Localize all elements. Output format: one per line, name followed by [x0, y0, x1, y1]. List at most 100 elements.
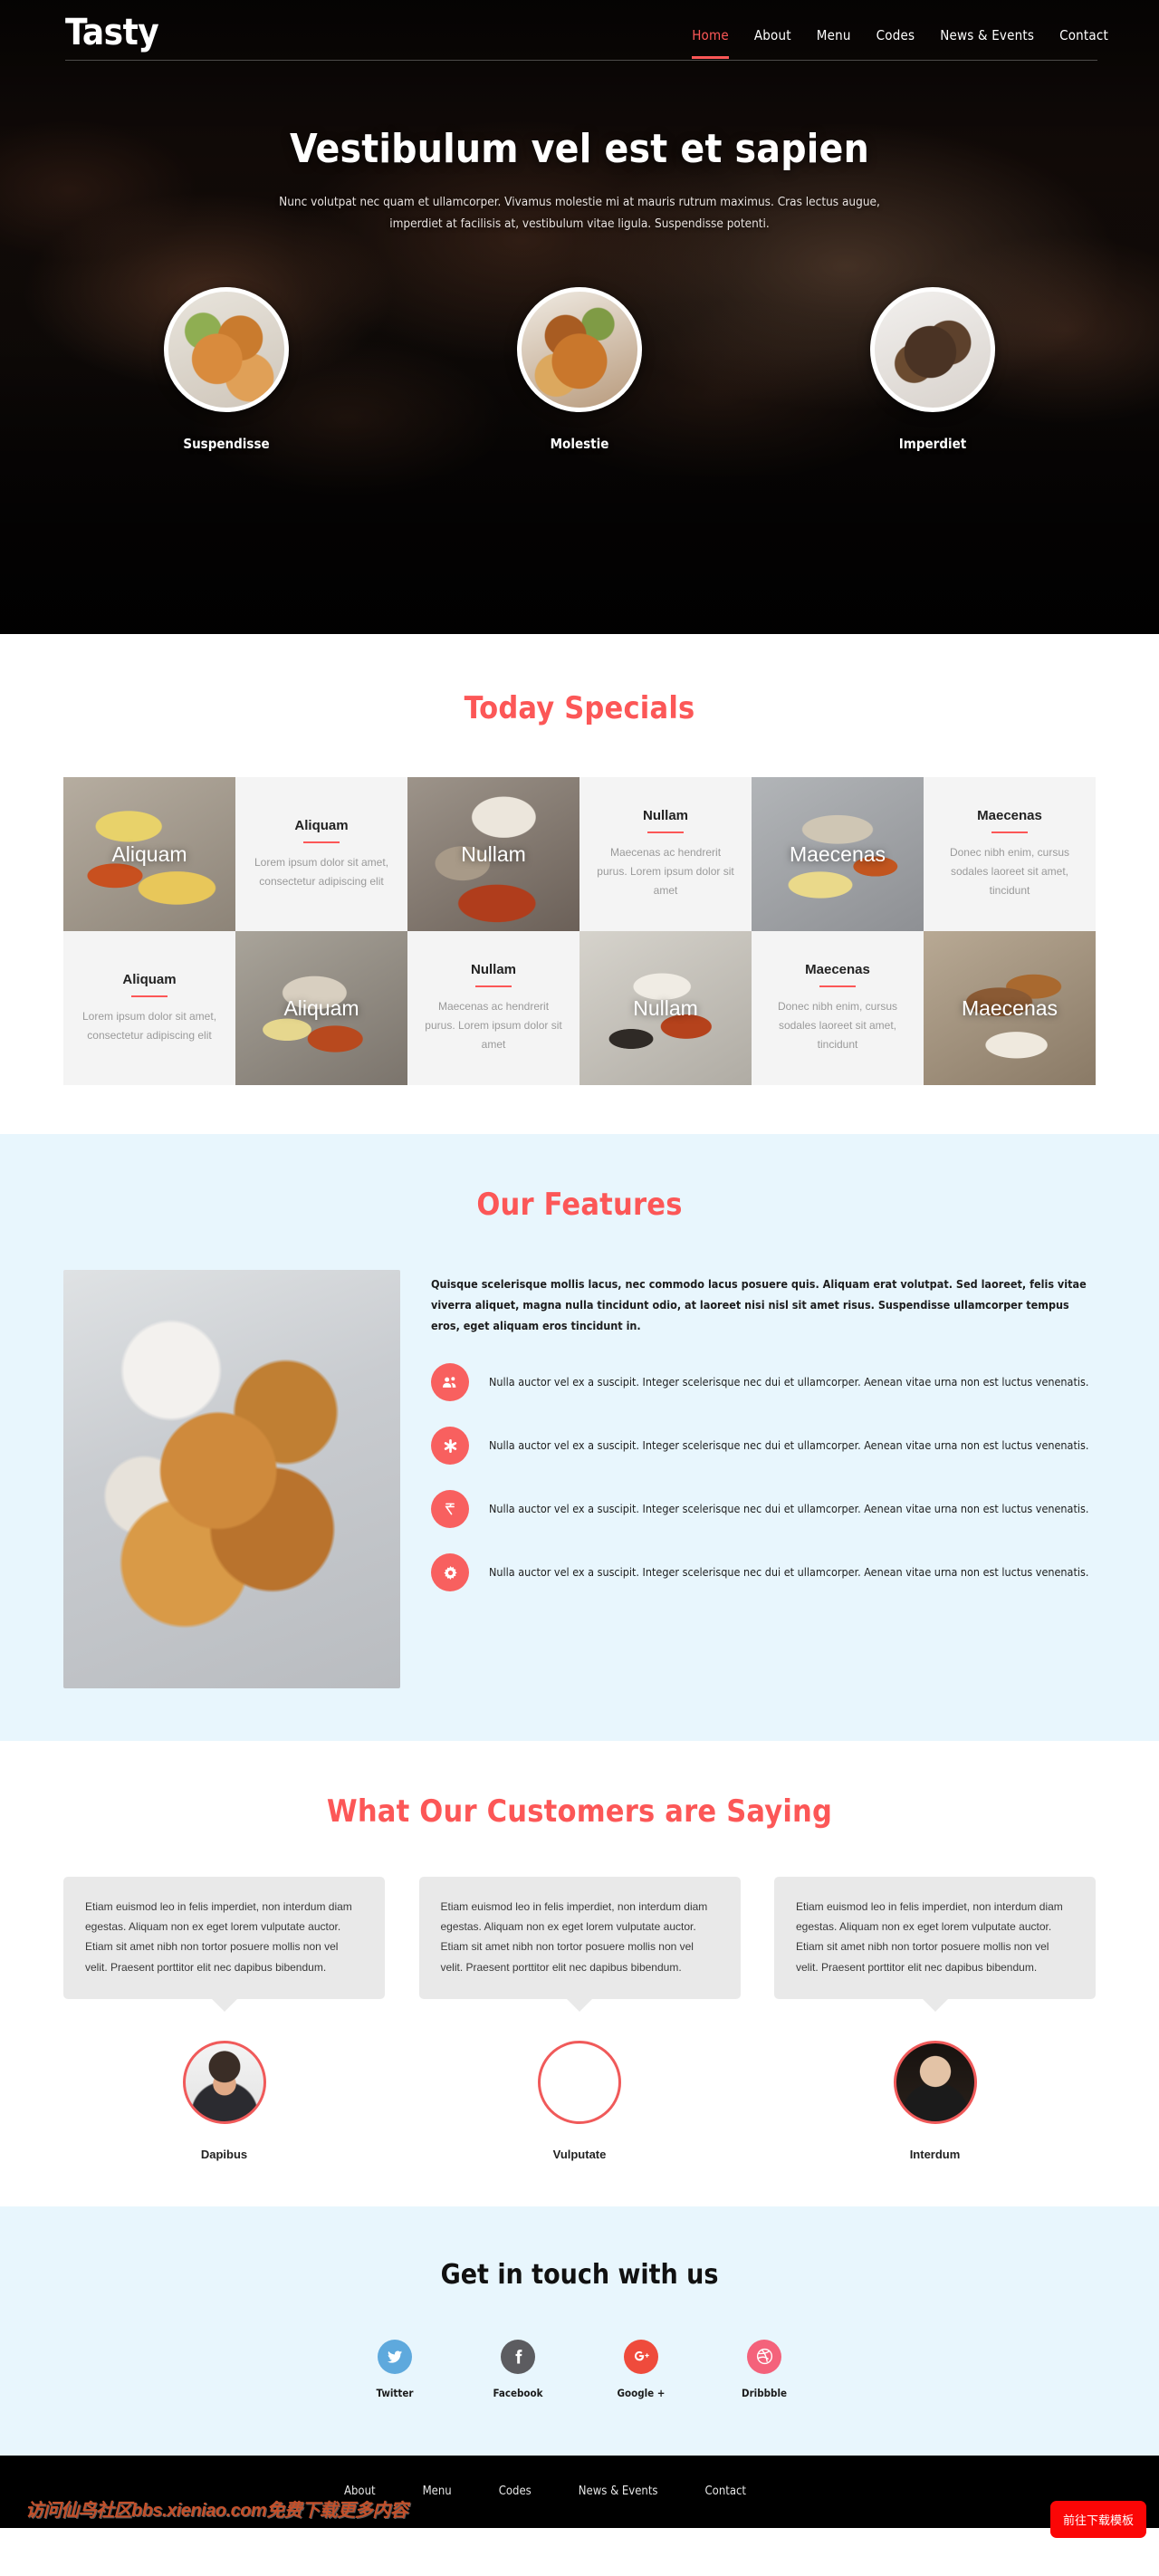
- specials-text-cell[interactable]: Nullam Maecenas ac hendrerit purus. Lore…: [580, 777, 752, 931]
- specials-text-cell[interactable]: Maecenas Donec nibh enim, cursus sodales…: [924, 777, 1096, 931]
- nav-item-about[interactable]: About: [754, 27, 791, 49]
- specials-image-title: Nullam: [461, 841, 526, 866]
- specials-card-title: Maecenas: [805, 962, 870, 977]
- footer-item-news-events[interactable]: News & Events: [579, 2485, 658, 2498]
- specials-card-body: Maecenas ac hendrerit purus. Lorem ipsum…: [597, 846, 734, 897]
- nav-item-codes[interactable]: Codes: [876, 27, 915, 49]
- nav-item-home[interactable]: Home: [692, 27, 729, 59]
- feature-item-text: Nulla auctor vel ex a suscipit. Integer …: [489, 1438, 1089, 1453]
- older-man-portrait-photo: [893, 2040, 977, 2124]
- hero-highlight-circles: Suspendisse Molestie Imperdiet: [127, 287, 1032, 452]
- asterisk-icon: [431, 1427, 469, 1466]
- testimonial-card: Etiam euismod leo in felis imperdiet, no…: [774, 1877, 1096, 2161]
- grilled-meat-plate-photo: [870, 287, 995, 413]
- fried-chicken-photo: [164, 287, 289, 413]
- title-underline: [819, 985, 856, 987]
- specials-text-cell[interactable]: Nullam Maecenas ac hendrerit purus. Lore…: [407, 931, 580, 1085]
- specials-text-cell[interactable]: Aliquam Lorem ipsum dolor sit amet, cons…: [235, 777, 407, 931]
- site-logo[interactable]: Tasty: [45, 14, 159, 60]
- hero-circle-label: Molestie: [550, 436, 609, 453]
- features-list: Nulla auctor vel ex a suscipit. Integer …: [431, 1363, 1096, 1592]
- hero-circle-imperdiet[interactable]: Imperdiet: [833, 287, 1032, 452]
- hero-circle-label: Suspendisse: [183, 436, 270, 453]
- social-label: Dribbble: [741, 2386, 788, 2399]
- woman-suit-portrait-photo: [538, 2040, 621, 2124]
- contact-heading: Get in touch with us: [440, 2258, 719, 2291]
- download-template-button[interactable]: 前往下载模板: [1049, 2501, 1146, 2538]
- feature-item[interactable]: Nulla auctor vel ex a suscipit. Integer …: [431, 1363, 1096, 1402]
- specials-image-cell[interactable]: Aliquam: [63, 777, 235, 931]
- footer-item-menu[interactable]: Menu: [423, 2485, 452, 2498]
- google-plus-icon: [624, 2339, 658, 2374]
- site-watermark: 访问仙鸟社区bbs.xieniao.com免费下载更多内容: [25, 2500, 408, 2521]
- footer-item-codes[interactable]: Codes: [499, 2485, 532, 2498]
- nav-item-news-events[interactable]: News & Events: [940, 27, 1034, 49]
- testimonial-author-name: Dapibus: [200, 2147, 248, 2161]
- social-link-google-plus[interactable]: Google +: [596, 2339, 686, 2399]
- testimonials-heading: What Our Customers are Saying: [326, 1793, 833, 1830]
- social-link-facebook[interactable]: Facebook: [473, 2339, 563, 2399]
- hero-circle-suspendisse[interactable]: Suspendisse: [127, 287, 326, 452]
- header-divider: [65, 60, 1097, 61]
- feature-item[interactable]: Nulla auctor vel ex a suscipit. Integer …: [431, 1427, 1096, 1466]
- testimonial-quote: Etiam euismod leo in felis imperdiet, no…: [418, 1877, 741, 1999]
- specials-card-body: Lorem ipsum dolor sit amet, consectetur …: [254, 855, 389, 888]
- footer: About Menu Codes News & Events Contact 访…: [0, 2455, 1159, 2528]
- social-label: Twitter: [376, 2386, 414, 2399]
- fried-chicken-wings-plate-photo: [63, 1270, 400, 1688]
- specials-grid: Aliquam Aliquam Lorem ipsum dolor sit am…: [63, 777, 1096, 1085]
- specials-text-cell[interactable]: Maecenas Donec nibh enim, cursus sodales…: [752, 931, 924, 1085]
- testimonial-quote: Etiam euismod leo in felis imperdiet, no…: [774, 1877, 1096, 1999]
- feature-item-text: Nulla auctor vel ex a suscipit. Integer …: [489, 1502, 1089, 1516]
- feature-item-text: Nulla auctor vel ex a suscipit. Integer …: [489, 1375, 1089, 1389]
- dribbble-icon: [747, 2339, 781, 2374]
- get-in-touch-section: Get in touch with us Twitter Facebook Go…: [0, 2206, 1159, 2456]
- specials-card-body: Donec nibh enim, cursus sodales laoreet …: [777, 1000, 898, 1051]
- title-underline: [475, 985, 512, 987]
- title-underline: [647, 831, 684, 833]
- gear-icon: [431, 1553, 469, 1592]
- specials-image-cell[interactable]: Nullam: [407, 777, 580, 931]
- twitter-icon: [378, 2339, 412, 2374]
- features-heading: Our Features: [476, 1187, 683, 1223]
- facebook-icon: [501, 2339, 535, 2374]
- feature-item[interactable]: Nulla auctor vel ex a suscipit. Integer …: [431, 1490, 1096, 1529]
- footer-item-contact[interactable]: Contact: [705, 2485, 747, 2498]
- specials-card-body: Maecenas ac hendrerit purus. Lorem ipsum…: [425, 1000, 562, 1051]
- testimonial-card: Etiam euismod leo in felis imperdiet, no…: [63, 1877, 385, 2161]
- hero-title: Vestibulum vel est et sapien: [290, 126, 869, 172]
- users-group-icon: [431, 1363, 469, 1402]
- hero-subtitle: Nunc volutpat nec quam et ullamcorper. V…: [279, 195, 880, 231]
- header-bar: Tasty Home About Menu Codes News & Event…: [45, 0, 1114, 60]
- testimonial-quote: Etiam euismod leo in felis imperdiet, no…: [63, 1877, 385, 1999]
- specials-image-cell[interactable]: Maecenas: [924, 931, 1096, 1085]
- specials-image-cell[interactable]: Aliquam: [235, 931, 407, 1085]
- specials-image-title: Nullam: [633, 995, 698, 1020]
- specials-card-title: Nullam: [470, 962, 516, 977]
- specials-text-cell[interactable]: Aliquam Lorem ipsum dolor sit amet, cons…: [63, 931, 235, 1085]
- hero-section: Tasty Home About Menu Codes News & Event…: [0, 0, 1159, 634]
- social-label: Google +: [617, 2386, 666, 2399]
- title-underline: [991, 831, 1028, 833]
- title-underline: [303, 841, 340, 843]
- specials-image-title: Maecenas: [961, 995, 1058, 1020]
- social-link-dribbble[interactable]: Dribbble: [719, 2339, 809, 2399]
- feature-item[interactable]: Nulla auctor vel ex a suscipit. Integer …: [431, 1553, 1096, 1592]
- specials-image-title: Maecenas: [789, 841, 886, 866]
- specials-card-body: Donec nibh enim, cursus sodales laoreet …: [949, 846, 1070, 897]
- braised-chicken-bowl-photo: [517, 287, 642, 413]
- social-link-twitter[interactable]: Twitter: [350, 2339, 440, 2399]
- social-label: Facebook: [493, 2386, 543, 2399]
- testimonials-section: What Our Customers are Saying Etiam euis…: [0, 1741, 1159, 2206]
- specials-image-cell[interactable]: Nullam: [580, 931, 752, 1085]
- specials-image-title: Aliquam: [111, 841, 187, 866]
- specials-card-title: Nullam: [642, 808, 688, 823]
- main-navigation: Home About Menu Codes News & Events Cont…: [692, 27, 1114, 60]
- specials-image-title: Aliquam: [283, 995, 359, 1020]
- nav-item-menu[interactable]: Menu: [817, 27, 851, 49]
- hero-circle-molestie[interactable]: Molestie: [480, 287, 679, 452]
- title-underline: [131, 995, 168, 997]
- specials-image-cell[interactable]: Maecenas: [752, 777, 924, 931]
- nav-item-contact[interactable]: Contact: [1059, 27, 1108, 49]
- specials-heading: Today Specials: [464, 690, 695, 726]
